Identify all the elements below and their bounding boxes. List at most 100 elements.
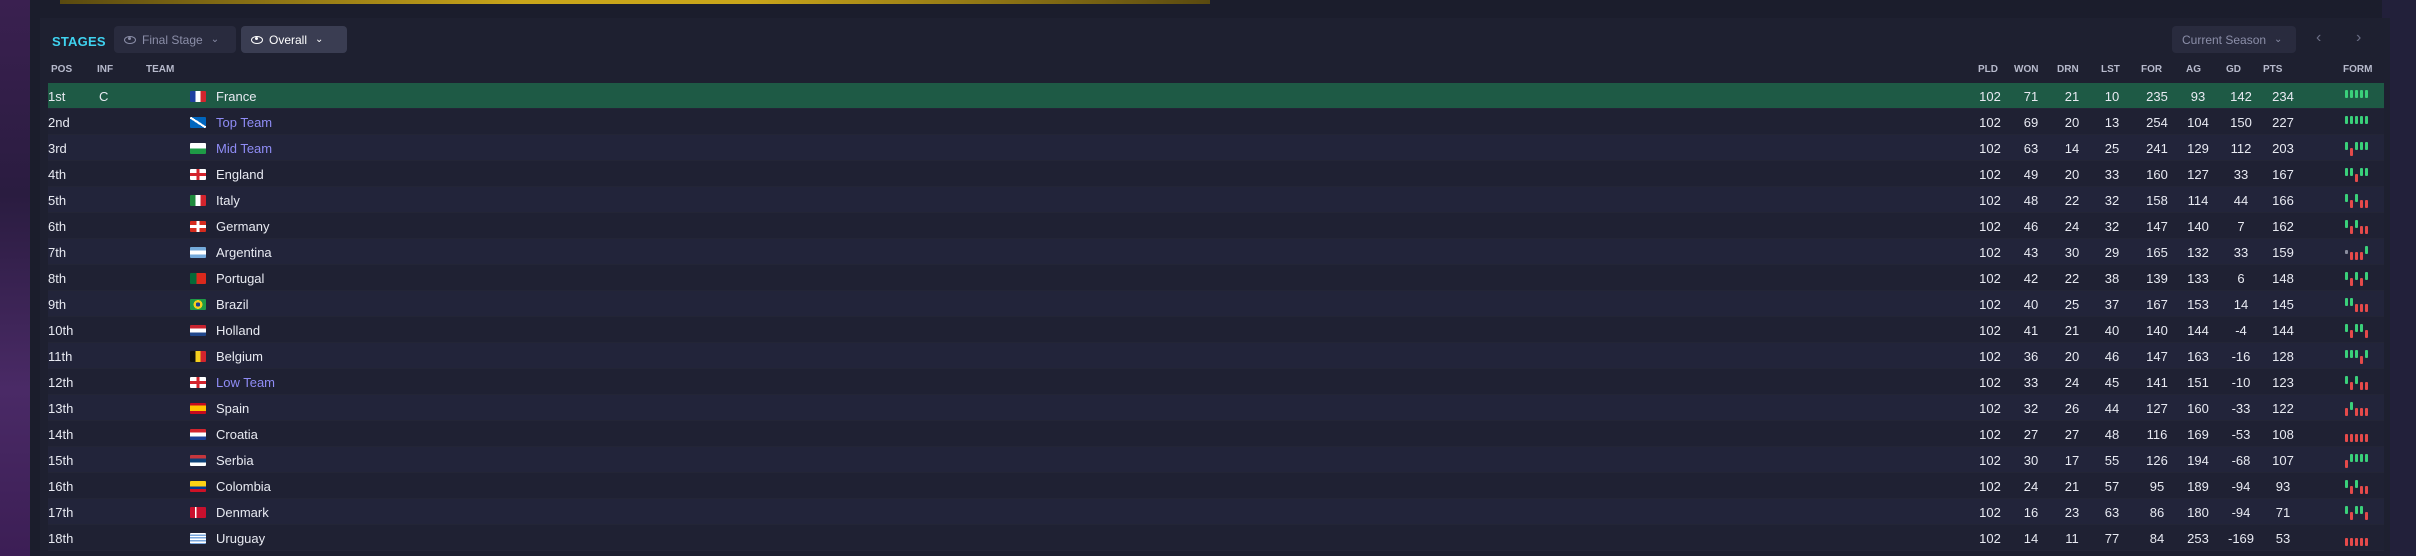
team-name[interactable]: Croatia [216,427,258,442]
position-cell: 11th [48,349,73,364]
table-row[interactable]: 14th Croatia 102 27 27 48 116 169 -53 108 [48,421,2384,447]
position-cell: 10th [48,323,74,338]
team-name[interactable]: Argentina [216,245,272,260]
table-row[interactable]: 8th Portugal 102 42 22 38 139 133 6 148 [48,265,2384,291]
team-name[interactable]: Holland [216,323,260,338]
goal-difference-cell: 44 [2233,193,2249,208]
goals-against-cell: 169 [2187,427,2209,442]
team-name[interactable]: Top Team [216,115,272,130]
goals-for-cell: 127 [2146,401,2168,416]
form-indicator [2345,504,2375,520]
table-row[interactable]: 1st C France 102 71 21 10 235 93 142 234 [48,83,2384,109]
form-loss-bar [2360,408,2363,416]
table-row[interactable]: 18th Uruguay 102 14 11 77 84 253 -169 53 [48,525,2384,551]
team-name[interactable]: Low Team [216,375,275,390]
table-row[interactable]: 13th Spain 102 32 26 44 127 160 -33 122 [48,395,2384,421]
table-row[interactable]: 12th Low Team 102 33 24 45 141 151 -10 123 [48,369,2384,395]
team-name[interactable]: France [216,89,256,104]
played-cell: 102 [1979,375,2001,390]
header-team[interactable]: TEAM [146,64,174,75]
header-pts[interactable]: PTS [2263,64,2282,75]
table-row[interactable]: 5th Italy 102 48 22 32 158 114 44 166 [48,187,2384,213]
table-row[interactable]: 3rd Mid Team 102 63 14 25 241 129 112 203 [48,135,2384,161]
team-name[interactable]: Serbia [216,453,254,468]
goal-difference-cell: -94 [2231,479,2251,494]
form-win-bar [2360,506,2363,514]
form-win-bar [2360,142,2363,150]
goal-difference-cell: 33 [2233,245,2249,260]
played-cell: 102 [1979,349,2001,364]
team-name[interactable]: Brazil [216,297,249,312]
header-pos[interactable]: POS [51,64,72,75]
goals-against-cell: 151 [2187,375,2209,390]
header-for[interactable]: FOR [2141,64,2162,75]
team-name[interactable]: Mid Team [216,141,272,156]
position-cell: 17th [48,505,74,520]
form-win-bar [2345,220,2348,228]
table-row[interactable]: 11th Belgium 102 36 20 46 147 163 -16 128 [48,343,2384,369]
form-win-bar [2345,142,2348,150]
position-cell: 6th [48,219,67,234]
points-cell: 71 [2275,505,2291,520]
chevron-left-icon[interactable]: ‹ [2316,29,2321,47]
table-row[interactable]: 16th Colombia 102 24 21 57 95 189 -94 93 [48,473,2384,499]
form-win-bar [2355,116,2358,124]
won-cell: 46 [2023,219,2039,234]
position-cell: 1st [48,89,66,104]
table-row[interactable]: 15th Serbia 102 30 17 55 126 194 -68 107 [48,447,2384,473]
form-win-bar [2365,142,2368,150]
team-name[interactable]: Belgium [216,349,263,364]
view-filter-dropdown[interactable]: Overall ⌄ [241,26,347,53]
drawn-cell: 30 [2064,245,2080,260]
table-row[interactable]: 2nd Top Team 102 69 20 13 254 104 150 227 [48,109,2384,135]
points-cell: 107 [2272,453,2294,468]
lost-cell: 45 [2104,375,2120,390]
table-row[interactable]: 17th Denmark 102 16 23 63 86 180 -94 71 [48,499,2384,525]
header-drn[interactable]: DRN [2057,64,2079,75]
goals-against-cell: 144 [2187,323,2209,338]
played-cell: 102 [1979,531,2001,546]
played-cell: 102 [1979,141,2001,156]
chevron-right-icon[interactable]: › [2356,29,2361,47]
lost-cell: 44 [2104,401,2120,416]
table-row[interactable]: 6th Germany 102 46 24 32 147 140 7 162 [48,213,2384,239]
brazil-flag-icon [190,299,206,310]
wales-flag-icon [190,143,206,154]
team-name[interactable]: Denmark [216,505,269,520]
header-inf[interactable]: INF [97,64,113,75]
top-accent-bar [60,0,1210,4]
goals-against-cell: 104 [2187,115,2209,130]
header-pld[interactable]: PLD [1978,64,1998,75]
table-row[interactable]: 4th England 102 49 20 33 160 127 33 167 [48,161,2384,187]
team-name[interactable]: Germany [216,219,269,234]
goals-for-cell: 158 [2146,193,2168,208]
goals-against-cell: 140 [2187,219,2209,234]
goal-difference-cell: -169 [2227,531,2255,546]
table-row[interactable]: 9th Brazil 102 40 25 37 167 153 14 145 [48,291,2384,317]
team-name[interactable]: England [216,167,264,182]
position-cell: 9th [48,297,67,312]
england-flag-icon [190,169,206,180]
team-name[interactable]: Italy [216,193,240,208]
points-cell: 167 [2272,167,2294,182]
drawn-cell: 20 [2064,349,2080,364]
team-name[interactable]: Uruguay [216,531,265,546]
team-name[interactable]: Spain [216,401,249,416]
team-name[interactable]: Colombia [216,479,271,494]
goals-against-cell: 253 [2187,531,2209,546]
won-cell: 48 [2023,193,2039,208]
header-lst[interactable]: LST [2101,64,2120,75]
header-won[interactable]: WON [2014,64,2038,75]
table-row[interactable]: 10th Holland 102 41 21 40 140 144 -4 144 [48,317,2384,343]
team-name[interactable]: Portugal [216,271,264,286]
stage-filter-dropdown[interactable]: Final Stage ⌄ [114,26,236,53]
season-filter-dropdown[interactable]: Current Season ⌄ [2172,26,2296,53]
header-gd[interactable]: GD [2226,64,2241,75]
header-ag[interactable]: AG [2186,64,2201,75]
colombia-flag-icon [190,481,206,492]
form-indicator [2345,530,2375,546]
drawn-cell: 21 [2064,89,2080,104]
form-win-bar [2360,168,2363,176]
lost-cell: 32 [2104,219,2120,234]
table-row[interactable]: 7th Argentina 102 43 30 29 165 132 33 159 [48,239,2384,265]
